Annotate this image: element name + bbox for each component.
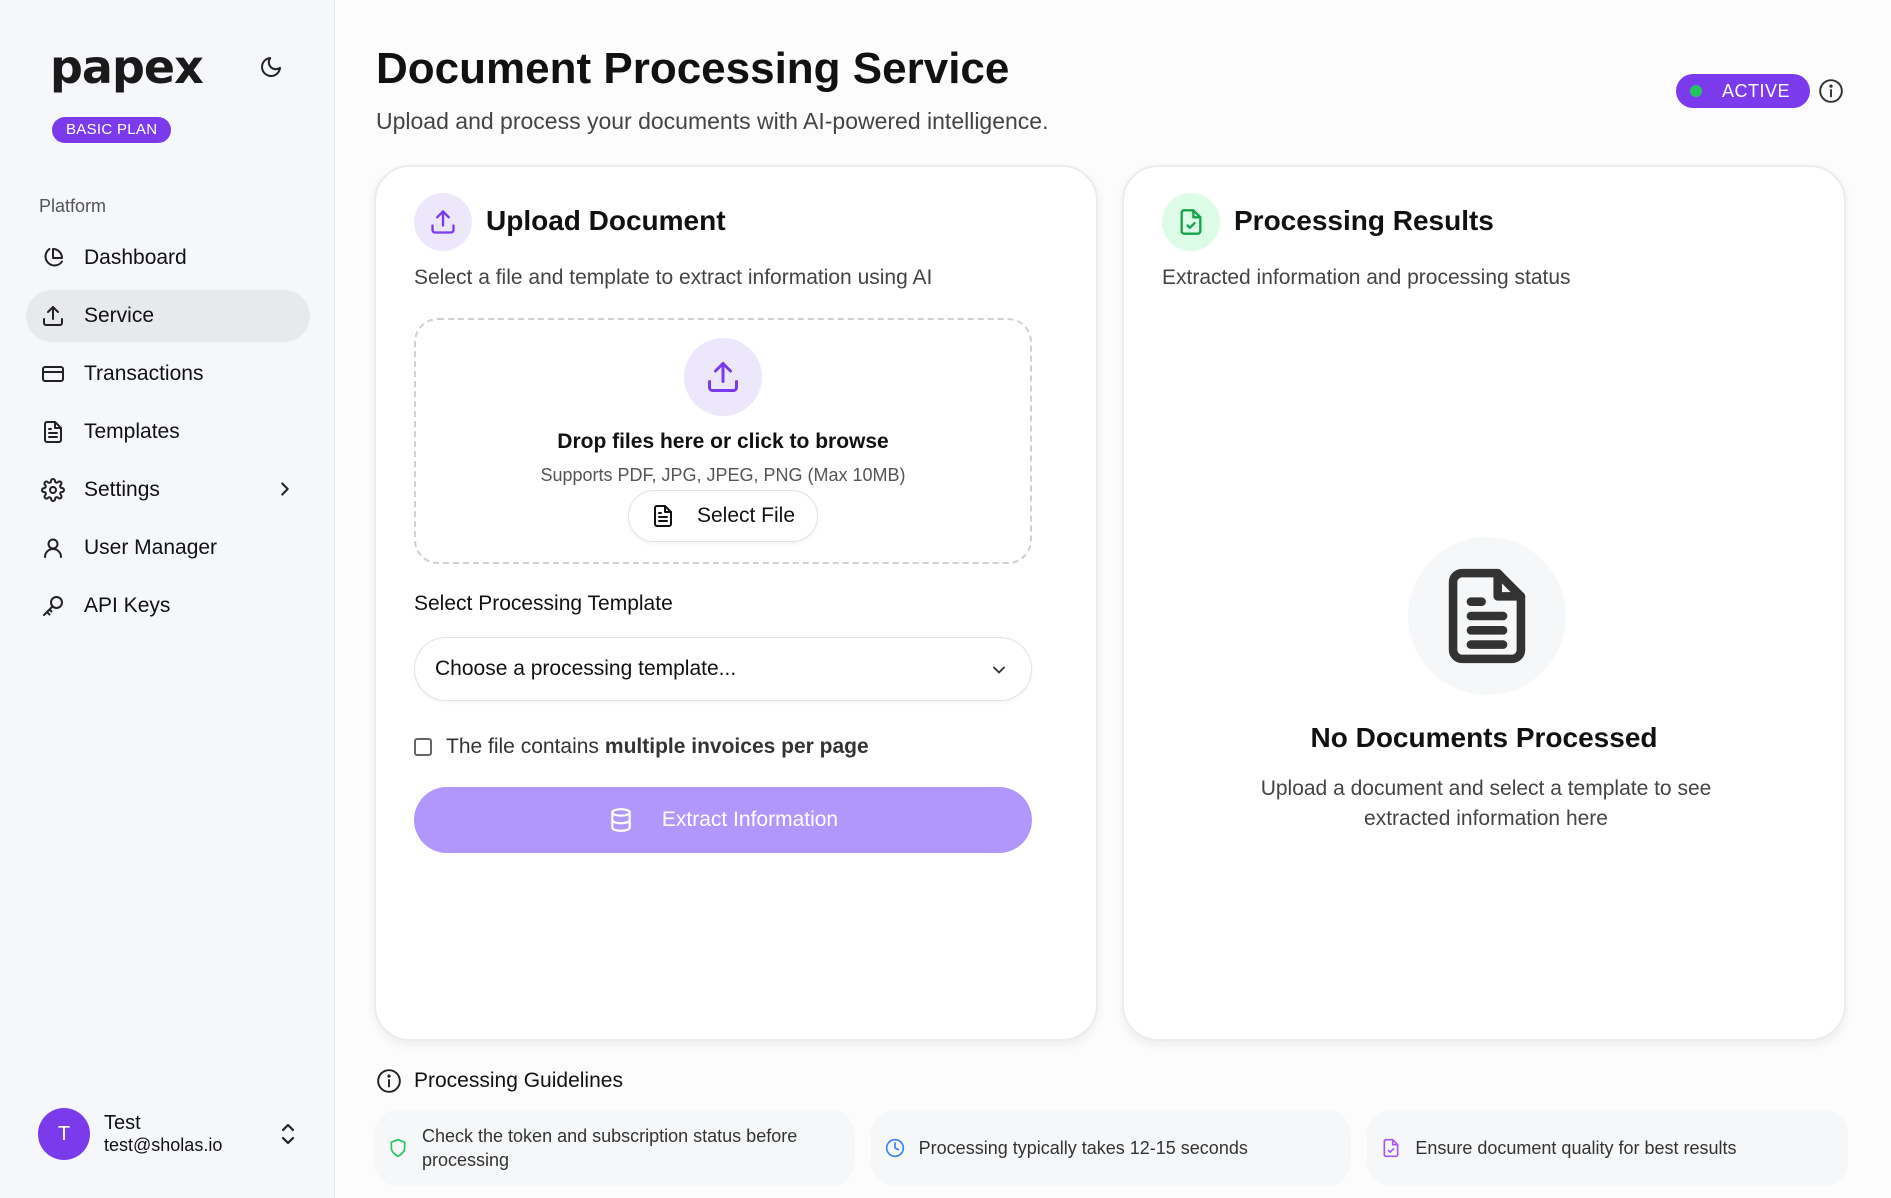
chevrons-up-down-icon (276, 1121, 300, 1152)
template-select-value: Choose a processing template... (435, 657, 737, 680)
results-card-title: Processing Results (1234, 205, 1494, 236)
status-label: ACTIVE (1722, 80, 1791, 101)
sidebar-item-label: Dashboard (84, 246, 187, 269)
empty-state-description: Upload a document and select a template … (1260, 777, 1712, 831)
sidebar-item-label: Service (84, 304, 155, 327)
guidelines-title: Processing Guidelines (414, 1069, 623, 1092)
guideline-item: Processing typically takes 12-15 seconds (870, 1110, 1352, 1186)
clock-icon (885, 1138, 905, 1158)
status-dot-icon (1690, 85, 1702, 97)
chevron-right-icon (274, 478, 296, 506)
sidebar-item-service[interactable]: Service (26, 290, 310, 342)
user-icon (40, 535, 66, 561)
extract-button-label: Extract Information (661, 808, 839, 831)
page-subtitle: Upload and process your documents with A… (376, 108, 1049, 134)
results-card: Processing Results Extracted information… (1122, 165, 1846, 1041)
gear-icon (40, 477, 66, 503)
sidebar-item-templates[interactable]: Templates (26, 406, 310, 458)
dark-mode-toggle[interactable] (254, 50, 288, 84)
plan-badge: BASIC PLAN (52, 117, 172, 143)
guideline-item: Ensure document quality for best results (1367, 1110, 1849, 1186)
checkbox-label-prefix: The file contains (446, 735, 599, 758)
multi-invoice-option: The file contains multiple invoices per … (414, 735, 869, 759)
info-icon (376, 1068, 402, 1094)
sidebar-item-label: Templates (84, 420, 180, 443)
moon-icon (261, 57, 281, 77)
sidebar-nav: Dashboard Service Transactions Templates… (26, 232, 310, 638)
document-icon (1408, 537, 1566, 695)
multi-invoice-checkbox[interactable] (414, 738, 432, 756)
page-title: Document Processing Service (376, 44, 1010, 93)
guideline-text: Processing typically takes 12-15 seconds (918, 1137, 1248, 1158)
user-info: Test test@sholas.io (104, 1111, 222, 1157)
logo[interactable]: papex (50, 40, 204, 94)
sidebar-item-label: User Manager (84, 536, 218, 559)
chevron-down-icon (989, 660, 1009, 686)
upload-icon (684, 338, 762, 416)
sidebar-item-api-keys[interactable]: API Keys (26, 580, 310, 632)
file-check-icon (1381, 1138, 1401, 1158)
sidebar-item-user-manager[interactable]: User Manager (26, 522, 310, 574)
extract-information-button[interactable]: Extract Information (414, 787, 1032, 853)
select-file-button[interactable]: Select File (628, 490, 818, 542)
dropzone-title: Drop files here or click to browse (557, 430, 889, 453)
key-icon (40, 593, 66, 619)
guidelines-header: Processing Guidelines (376, 1068, 623, 1094)
status-badge: ACTIVE (1676, 74, 1811, 108)
file-check-icon (1162, 193, 1220, 251)
credit-card-icon (40, 361, 66, 387)
sidebar-item-label: API Keys (84, 594, 171, 617)
guideline-text: Ensure document quality for best results (1415, 1137, 1737, 1158)
info-icon[interactable] (1818, 78, 1844, 109)
nav-section-label: Platform (39, 196, 107, 216)
user-name: Test (104, 1112, 141, 1135)
logo-text: papex (50, 40, 204, 94)
sidebar-item-settings[interactable]: Settings (26, 464, 310, 516)
database-icon (608, 807, 634, 833)
shield-icon (388, 1138, 408, 1158)
avatar: T (38, 1108, 90, 1160)
sidebar: papex BASIC PLAN Platform Dashboard Serv… (0, 0, 335, 1198)
template-label: Select Processing Template (414, 592, 673, 615)
sidebar-item-transactions[interactable]: Transactions (26, 348, 310, 400)
guideline-text: Check the token and subscription status … (422, 1125, 798, 1170)
sidebar-item-label: Settings (84, 478, 160, 501)
checkbox-label-bold: multiple invoices per page (604, 735, 869, 758)
document-icon (651, 504, 675, 528)
guidelines-list: Check the token and subscription status … (374, 1110, 1849, 1186)
main-content: Document Processing Service Upload and p… (336, 0, 1891, 1198)
file-dropzone[interactable]: Drop files here or click to browse Suppo… (414, 318, 1032, 564)
upload-card: Upload Document Select a file and templa… (374, 165, 1098, 1041)
template-select[interactable]: Choose a processing template... (414, 637, 1032, 701)
user-menu[interactable]: T Test test@sholas.io (38, 1108, 300, 1160)
user-email: test@sholas.io (104, 1135, 223, 1156)
results-card-subtitle: Extracted information and processing sta… (1162, 266, 1571, 289)
sidebar-item-label: Transactions (84, 362, 204, 385)
pie-chart-icon (40, 245, 66, 271)
upload-card-title: Upload Document (486, 205, 726, 236)
sidebar-item-dashboard[interactable]: Dashboard (26, 232, 310, 284)
dropzone-subtitle: Supports PDF, JPG, JPEG, PNG (Max 10MB) (540, 465, 906, 485)
upload-card-subtitle: Select a file and template to extract in… (414, 266, 933, 289)
upload-icon (414, 193, 472, 251)
select-file-label: Select File (696, 504, 796, 527)
empty-state-title: No Documents Processed (1310, 722, 1658, 753)
upload-icon (40, 303, 66, 329)
guideline-item: Check the token and subscription status … (374, 1110, 855, 1186)
document-icon (40, 419, 66, 445)
